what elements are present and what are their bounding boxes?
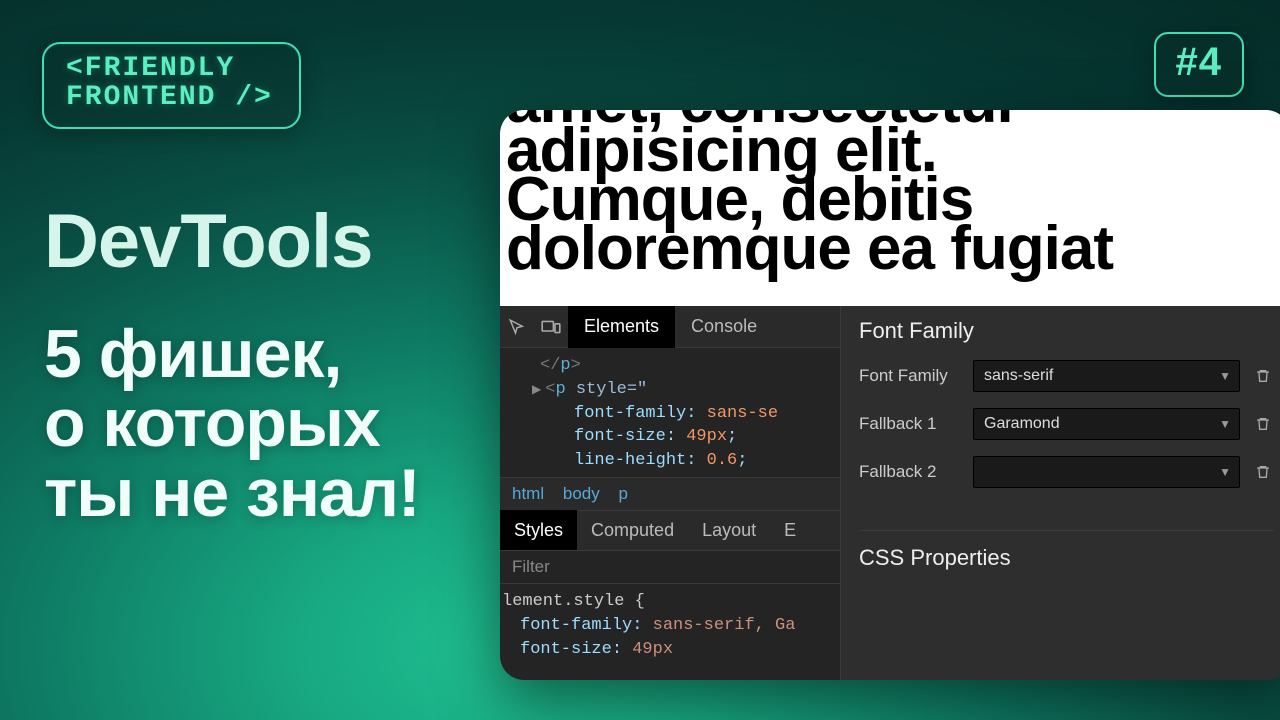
page-preview: amet, consectetur adipisicing elit. Cumq… bbox=[500, 110, 1280, 306]
trash-icon[interactable] bbox=[1252, 413, 1274, 435]
dom-rule-1: font-family: sans-se bbox=[508, 402, 832, 426]
chevron-down-icon: ▼ bbox=[1219, 369, 1231, 383]
video-subtitle: 5 фишек, о которых ты не знал! bbox=[44, 320, 420, 528]
tab-elements[interactable]: Elements bbox=[568, 306, 675, 348]
subtab-layout[interactable]: Layout bbox=[688, 510, 770, 550]
video-title: DevTools bbox=[44, 198, 372, 285]
font-row-fallback2: Fallback 2 ▼ bbox=[859, 456, 1274, 488]
font-label-fallback2: Fallback 2 bbox=[859, 462, 961, 482]
font-label-fallback1: Fallback 1 bbox=[859, 414, 961, 434]
episode-badge: #4 bbox=[1154, 32, 1245, 97]
subtab-styles[interactable]: Styles bbox=[500, 510, 577, 550]
device-toolbar-icon[interactable] bbox=[534, 306, 568, 348]
font-row-primary: Font Family sans-serif ▼ bbox=[859, 360, 1274, 392]
chevron-down-icon: ▼ bbox=[1219, 417, 1231, 431]
dom-open-p: ▶<p style=" bbox=[508, 378, 832, 402]
font-family-panel: Font Family Font Family sans-serif ▼ Fal… bbox=[840, 306, 1280, 680]
font-label-primary: Font Family bbox=[859, 366, 961, 386]
styles-panel[interactable]: lement.style { font-family: sans-serif, … bbox=[500, 584, 840, 661]
trash-icon[interactable] bbox=[1252, 365, 1274, 387]
dom-breadcrumb[interactable]: html body p bbox=[500, 477, 840, 511]
css-properties-heading: CSS Properties bbox=[859, 530, 1274, 571]
subtab-extra[interactable]: E bbox=[770, 510, 810, 550]
logo-badge: <FRIENDLY FRONTEND /> bbox=[42, 42, 301, 129]
style-rule-1: font-family: sans-serif, Ga bbox=[502, 614, 832, 638]
element-style-selector: lement.style { bbox=[502, 590, 832, 614]
devtools-panel: amet, consectetur adipisicing elit. Cumq… bbox=[500, 110, 1280, 680]
devtools-top-tabs: Elements Console bbox=[500, 306, 840, 348]
logo-line-1: <FRIENDLY bbox=[66, 54, 273, 83]
breadcrumb-body[interactable]: body bbox=[563, 484, 600, 503]
font-row-fallback1: Fallback 1 Garamond ▼ bbox=[859, 408, 1274, 440]
styles-filter-input[interactable]: Filter bbox=[500, 551, 840, 584]
subtab-computed[interactable]: Computed bbox=[577, 510, 688, 550]
dom-closing-p: </p> bbox=[508, 354, 832, 378]
styles-subtabs: Styles Computed Layout E bbox=[500, 511, 840, 551]
trash-icon[interactable] bbox=[1252, 461, 1274, 483]
font-select-primary[interactable]: sans-serif ▼ bbox=[973, 360, 1240, 392]
inspect-icon[interactable] bbox=[500, 306, 534, 348]
style-rule-2: font-size: 49px bbox=[502, 638, 832, 662]
logo-line-2: FRONTEND /> bbox=[66, 83, 273, 112]
chevron-down-icon: ▼ bbox=[1219, 465, 1231, 479]
dom-rule-3: line-height: 0.6; bbox=[508, 449, 832, 473]
tab-console[interactable]: Console bbox=[675, 306, 773, 348]
font-select-fallback2[interactable]: ▼ bbox=[973, 456, 1240, 488]
lorem-text: amet, consectetur adipisicing elit. Cumq… bbox=[506, 110, 1113, 274]
breadcrumb-p[interactable]: p bbox=[618, 484, 627, 503]
dom-tree[interactable]: </p> ▶<p style=" font-family: sans-se fo… bbox=[500, 348, 840, 477]
episode-number: #4 bbox=[1176, 40, 1223, 85]
font-family-heading: Font Family bbox=[859, 318, 1274, 344]
font-select-fallback1[interactable]: Garamond ▼ bbox=[973, 408, 1240, 440]
dom-rule-2: font-size: 49px; bbox=[508, 425, 832, 449]
breadcrumb-html[interactable]: html bbox=[512, 484, 544, 503]
